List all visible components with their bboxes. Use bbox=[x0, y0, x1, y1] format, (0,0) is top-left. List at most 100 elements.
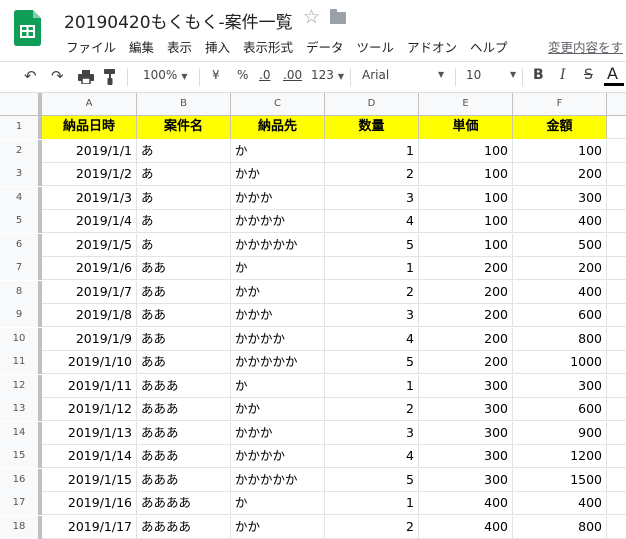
table-cell[interactable]: 1500 bbox=[513, 468, 607, 492]
menu-view[interactable]: 表示 bbox=[167, 40, 192, 55]
table-cell[interactable]: 2019/1/14 bbox=[42, 445, 137, 468]
table-cell[interactable]: 2019/1/8 bbox=[42, 304, 137, 327]
header-cell[interactable]: 金額 bbox=[513, 116, 607, 139]
table-cell[interactable]: 3 bbox=[325, 304, 419, 327]
currency-format-button[interactable]: ¥ bbox=[212, 68, 220, 82]
table-cell[interactable]: 5 bbox=[325, 468, 419, 492]
table-cell[interactable]: 2019/1/3 bbox=[42, 186, 137, 210]
bold-button[interactable]: B bbox=[533, 67, 544, 83]
row-header[interactable]: 10 bbox=[0, 327, 42, 351]
table-cell[interactable]: ああ bbox=[137, 327, 231, 351]
table-cell[interactable]: 2 bbox=[325, 398, 419, 421]
table-cell[interactable]: あああ bbox=[137, 374, 231, 398]
table-cell[interactable]: 3 bbox=[325, 421, 419, 445]
table-cell[interactable]: 200 bbox=[419, 280, 513, 304]
row-header[interactable]: 11 bbox=[0, 351, 42, 374]
table-cell[interactable]: ああああ bbox=[137, 492, 231, 515]
row-header[interactable]: 15 bbox=[0, 445, 42, 468]
row-header[interactable]: 2 bbox=[0, 139, 42, 163]
table-cell[interactable]: かか bbox=[231, 515, 325, 539]
table-cell[interactable]: 200 bbox=[419, 304, 513, 327]
header-cell[interactable]: 納品先 bbox=[231, 116, 325, 139]
table-cell[interactable]: 100 bbox=[419, 163, 513, 186]
table-cell[interactable]: 2019/1/12 bbox=[42, 398, 137, 421]
table-cell[interactable]: 1 bbox=[325, 492, 419, 515]
table-cell[interactable]: かかかか bbox=[231, 327, 325, 351]
table-cell[interactable]: 2 bbox=[325, 280, 419, 304]
table-cell[interactable]: 800 bbox=[513, 515, 607, 539]
more-formats-select[interactable]: 123 ▼ bbox=[311, 68, 344, 82]
table-cell[interactable]: 100 bbox=[419, 139, 513, 163]
table-cell[interactable]: 400 bbox=[513, 210, 607, 233]
menu-addons[interactable]: アドオン bbox=[407, 40, 457, 55]
table-cell[interactable]: 400 bbox=[419, 492, 513, 515]
row-header[interactable]: 17 bbox=[0, 492, 42, 515]
header-cell[interactable]: 案件名 bbox=[137, 116, 231, 139]
table-cell[interactable]: 300 bbox=[513, 186, 607, 210]
row-header[interactable]: 18 bbox=[0, 515, 42, 539]
table-cell[interactable]: 2 bbox=[325, 163, 419, 186]
table-cell[interactable]: 300 bbox=[419, 445, 513, 468]
table-cell[interactable]: 2019/1/15 bbox=[42, 468, 137, 492]
table-cell[interactable]: 4 bbox=[325, 210, 419, 233]
table-cell[interactable]: 100 bbox=[419, 210, 513, 233]
table-cell[interactable]: あ bbox=[137, 233, 231, 257]
table-cell[interactable]: かか bbox=[231, 163, 325, 186]
table-cell[interactable]: かかかかか bbox=[231, 468, 325, 492]
row-header[interactable]: 16 bbox=[0, 468, 42, 492]
table-cell[interactable]: 600 bbox=[513, 304, 607, 327]
menu-insert[interactable]: 挿入 bbox=[205, 40, 230, 55]
table-cell[interactable]: 600 bbox=[513, 398, 607, 421]
table-cell[interactable]: かかかか bbox=[231, 445, 325, 468]
font-family-select[interactable]: Arial ▼ bbox=[362, 68, 444, 82]
last-edit-link[interactable]: 変更内容をす bbox=[548, 37, 623, 56]
table-cell[interactable]: 4 bbox=[325, 327, 419, 351]
table-cell[interactable]: 200 bbox=[419, 351, 513, 374]
table-cell[interactable]: あああ bbox=[137, 421, 231, 445]
column-header[interactable]: E bbox=[419, 93, 513, 115]
table-cell[interactable]: 2019/1/6 bbox=[42, 257, 137, 280]
table-cell[interactable]: ああ bbox=[137, 304, 231, 327]
menu-data[interactable]: データ bbox=[306, 40, 344, 55]
table-cell[interactable]: 5 bbox=[325, 351, 419, 374]
table-cell[interactable]: 1 bbox=[325, 139, 419, 163]
table-cell[interactable]: 200 bbox=[419, 257, 513, 280]
table-cell[interactable]: 800 bbox=[513, 327, 607, 351]
row-header[interactable]: 5 bbox=[0, 210, 42, 233]
table-cell[interactable]: あああ bbox=[137, 468, 231, 492]
table-cell[interactable]: ああ bbox=[137, 257, 231, 280]
table-cell[interactable]: 5 bbox=[325, 233, 419, 257]
row-header[interactable]: 12 bbox=[0, 374, 42, 398]
table-cell[interactable]: 200 bbox=[419, 327, 513, 351]
table-cell[interactable]: 2019/1/7 bbox=[42, 280, 137, 304]
table-cell[interactable]: 2019/1/5 bbox=[42, 233, 137, 257]
table-cell[interactable]: 2019/1/17 bbox=[42, 515, 137, 539]
table-cell[interactable]: かか bbox=[231, 398, 325, 421]
table-cell[interactable]: 1 bbox=[325, 374, 419, 398]
table-cell[interactable]: あ bbox=[137, 139, 231, 163]
table-cell[interactable]: ああ bbox=[137, 351, 231, 374]
column-header[interactable]: A bbox=[42, 93, 137, 115]
row-header[interactable]: 8 bbox=[0, 280, 42, 304]
header-cell[interactable]: 数量 bbox=[325, 116, 419, 139]
menu-format[interactable]: 表示形式 bbox=[243, 40, 293, 55]
table-cell[interactable]: かかか bbox=[231, 421, 325, 445]
menu-file[interactable]: ファイル bbox=[66, 40, 116, 55]
table-cell[interactable]: 100 bbox=[513, 139, 607, 163]
text-color-button[interactable]: A bbox=[607, 64, 618, 83]
undo-icon[interactable]: ↶ bbox=[24, 67, 37, 85]
table-cell[interactable]: か bbox=[231, 374, 325, 398]
column-header[interactable]: B bbox=[137, 93, 231, 115]
redo-icon[interactable]: ↷ bbox=[51, 67, 64, 85]
table-cell[interactable]: 2 bbox=[325, 515, 419, 539]
table-cell[interactable]: 2019/1/13 bbox=[42, 421, 137, 445]
table-cell[interactable]: ああ bbox=[137, 280, 231, 304]
table-cell[interactable]: 2019/1/4 bbox=[42, 210, 137, 233]
column-header[interactable]: C bbox=[231, 93, 325, 115]
table-cell[interactable]: 500 bbox=[513, 233, 607, 257]
star-icon[interactable]: ☆ bbox=[303, 6, 320, 28]
percent-format-button[interactable]: % bbox=[237, 68, 248, 82]
table-cell[interactable]: 300 bbox=[419, 421, 513, 445]
table-cell[interactable]: あ bbox=[137, 163, 231, 186]
column-header[interactable]: D bbox=[325, 93, 419, 115]
